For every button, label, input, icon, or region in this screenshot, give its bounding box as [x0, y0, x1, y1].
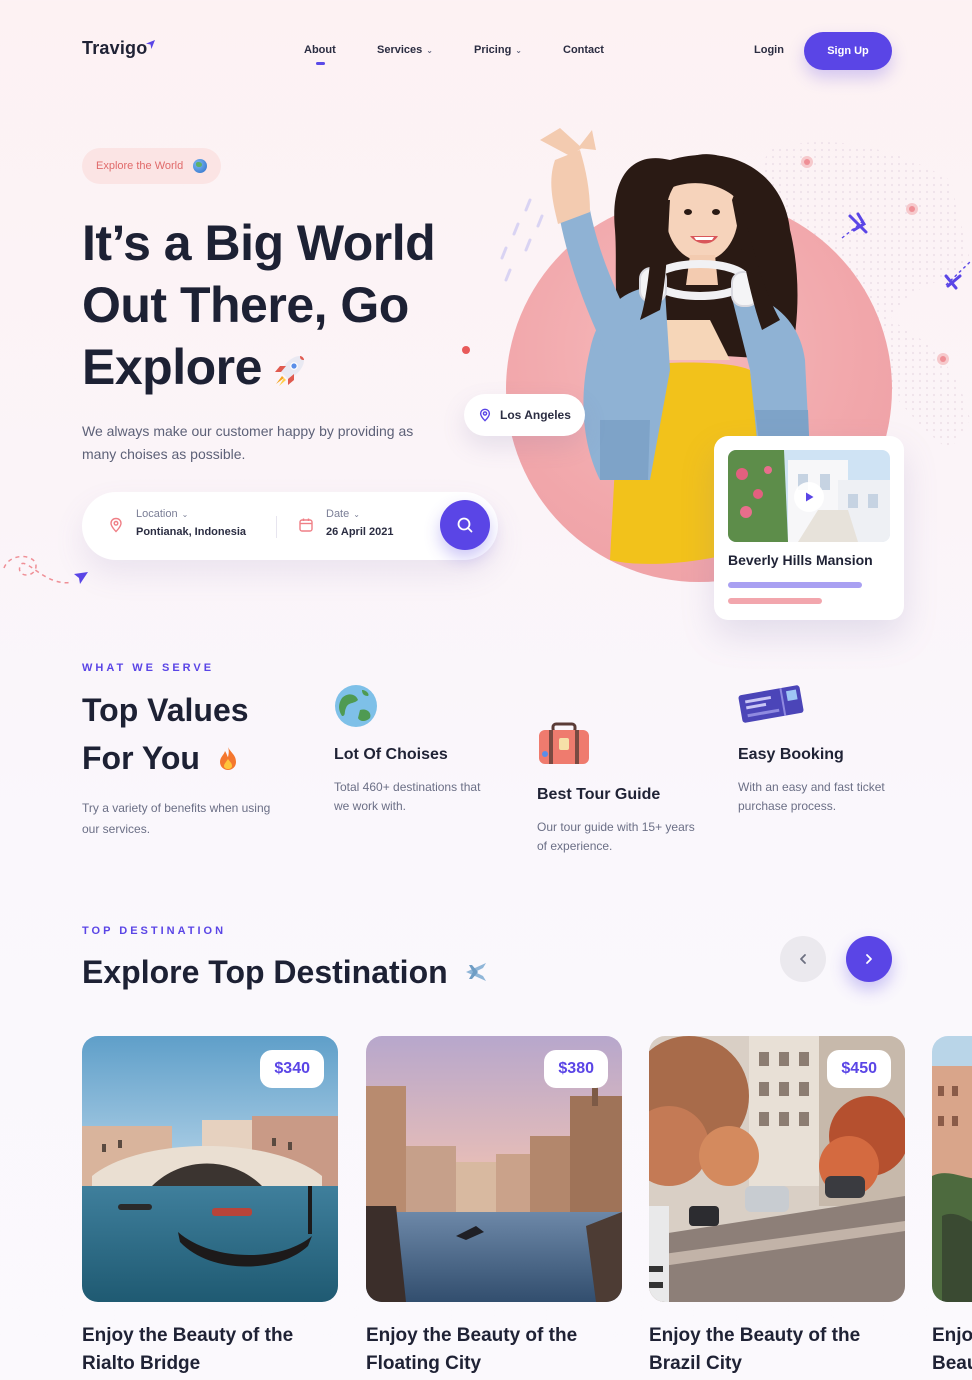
airplane-icon — [465, 963, 486, 981]
location-field[interactable]: Location ⌄ Pontianak, Indonesia — [108, 508, 246, 538]
services-title: Top Values For You — [82, 686, 322, 782]
fire-icon — [219, 747, 236, 770]
place-card-title: Beverly Hills Mansion — [728, 552, 873, 568]
dot-decoration — [462, 346, 470, 354]
hero-subtitle: We always make our customer happy by pro… — [82, 423, 414, 462]
hero-title-line: Explore — [82, 339, 262, 395]
location-pin-icon — [110, 517, 122, 533]
destination-title[interactable]: Enjoy the Beauty of the Floating City — [366, 1322, 622, 1378]
nav-label: Contact — [563, 44, 604, 56]
chevron-down-icon: ⌄ — [515, 45, 522, 55]
signup-button[interactable]: Sign Up — [804, 32, 892, 70]
date-field[interactable]: Date ⌄ 26 April 2021 — [298, 508, 393, 538]
nav-label: About — [304, 44, 336, 56]
feature-title: Easy Booking — [738, 746, 844, 763]
active-nav-indicator — [316, 62, 325, 65]
services-title-line: For You — [82, 740, 200, 776]
destination-card[interactable] — [932, 1036, 972, 1302]
explore-badge: Explore the World — [82, 148, 222, 184]
play-video-button[interactable] — [794, 482, 824, 512]
suitcase-icon — [539, 722, 589, 764]
destination-title[interactable]: Enjo Beau — [932, 1322, 972, 1378]
search-bar: Location ⌄ Pontianak, Indonesia Date ⌄ 26 … — [82, 492, 498, 560]
hero-title-line: It’s a Big World — [82, 215, 436, 271]
nav-link-about[interactable]: About — [304, 44, 336, 56]
globe-icon — [193, 159, 208, 173]
location-label: Location — [136, 508, 178, 520]
services-title-line: Top Values — [82, 692, 249, 728]
play-icon — [806, 492, 814, 502]
destination-image — [932, 1036, 972, 1302]
feature-description: Our tour guide with 15+ years of experie… — [537, 820, 695, 853]
destination-card[interactable]: $450 — [649, 1036, 905, 1302]
location-pin-icon — [479, 408, 491, 422]
nav-link-contact[interactable]: Contact — [563, 44, 604, 56]
destinations-title-text: Explore Top Destination — [82, 954, 448, 990]
hero-title: It’s a Big World Out There, Go Explore — [82, 212, 502, 398]
badge-label: Explore the World — [96, 160, 184, 172]
nav-label: Pricing — [474, 44, 512, 56]
nav-label: Services — [377, 44, 423, 56]
destination-card[interactable]: $380 — [366, 1036, 622, 1302]
globe-icon — [335, 685, 377, 727]
carousel-prev-button[interactable] — [780, 936, 826, 982]
feature-title: Best Tour Guide — [537, 786, 661, 803]
progress-bar — [728, 598, 822, 604]
price-tag: $340 — [260, 1050, 324, 1088]
chevron-right-icon — [866, 954, 872, 964]
services-subtitle: Try a variety of benefits when using our… — [82, 801, 271, 836]
destination-title[interactable]: Enjoy the Beauty of the Brazil City — [649, 1322, 905, 1378]
logo-plane-icon — [146, 40, 155, 49]
logo[interactable]: Travigo — [82, 38, 147, 59]
feature-description: With an easy and fast ticket purchase pr… — [738, 780, 885, 813]
chevron-down-icon: ⌄ — [353, 509, 360, 519]
hero-title-line: Out There, Go — [82, 277, 409, 333]
price-tag: $450 — [827, 1050, 891, 1088]
location-pill-label: Los Angeles — [500, 408, 571, 422]
destinations-eyebrow: TOP DESTINATION — [82, 925, 227, 937]
login-link[interactable]: Login — [754, 44, 784, 56]
flight-path-decoration — [3, 555, 88, 584]
divider — [276, 516, 277, 538]
chevron-down-icon: ⌄ — [181, 509, 189, 519]
date-label: Date — [326, 508, 350, 520]
featured-place-card[interactable]: Beverly Hills Mansion — [714, 436, 904, 620]
destination-card[interactable]: $340 — [82, 1036, 338, 1302]
progress-bar — [728, 582, 862, 588]
services-eyebrow: WHAT WE SERVE — [82, 662, 215, 674]
carousel-next-button[interactable] — [846, 936, 892, 982]
boarding-pass-icon — [738, 685, 804, 723]
destination-title[interactable]: Enjoy the Beauty of the Rialto Bridge — [82, 1322, 338, 1378]
date-value: 26 April 2021 — [326, 526, 394, 538]
chevron-down-icon: ⌄ — [426, 45, 433, 55]
calendar-icon — [299, 518, 313, 532]
feature-title: Lot Of Choises — [334, 746, 448, 763]
destinations-title: Explore Top Destination — [82, 948, 489, 996]
chevron-left-icon — [800, 954, 806, 964]
location-value: Pontianak, Indonesia — [136, 526, 247, 538]
location-pin-card[interactable]: Los Angeles — [464, 394, 585, 436]
nav-link-pricing[interactable]: Pricing ⌄ — [474, 44, 522, 56]
price-tag: $380 — [544, 1050, 608, 1088]
feature-description: Total 460+ destinations that we work wit… — [334, 780, 481, 813]
nav-link-services[interactable]: Services ⌄ — [377, 44, 433, 56]
rocket-icon — [274, 356, 304, 386]
